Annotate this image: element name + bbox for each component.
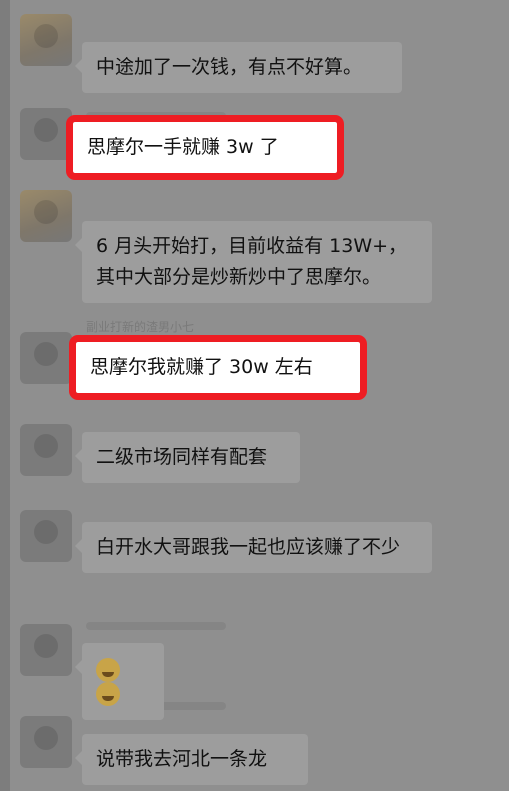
message-text: 中途加了一次钱，有点不好算。 xyxy=(96,56,363,78)
message-text: 思摩尔我就赚了 30w 左右 xyxy=(90,356,313,378)
avatar-icon xyxy=(34,434,58,458)
avatar[interactable] xyxy=(20,624,72,676)
avatar-icon xyxy=(34,200,58,224)
avatar-icon xyxy=(34,634,58,658)
left-edge xyxy=(0,0,10,791)
message-text: 思摩尔一手就赚 3w 了 xyxy=(87,136,279,158)
message-text: 6 月头开始打，目前收益有 13W+，其中大部分是炒新炒中了思摩尔。 xyxy=(96,235,408,288)
message-bubble[interactable]: 说带我去河北一条龙 xyxy=(75,734,308,785)
avatar-icon xyxy=(34,342,58,366)
message-text: 二级市场同样有配套 xyxy=(96,446,268,468)
message-bubble[interactable]: 中途加了一次钱，有点不好算。 xyxy=(75,42,402,93)
message-bubble-highlighted[interactable]: 思摩尔我就赚了 30w 左右 xyxy=(69,335,367,400)
message-bubble-highlighted[interactable]: 思摩尔一手就赚 3w 了 xyxy=(66,115,344,180)
message-text: 白开水大哥跟我一起也应该赚了不少 xyxy=(96,536,401,558)
avatar[interactable] xyxy=(20,108,72,160)
message-bubble[interactable]: 6 月头开始打，目前收益有 13W+，其中大部分是炒新炒中了思摩尔。 xyxy=(75,221,432,303)
message-bubble[interactable]: 白开水大哥跟我一起也应该赚了不少 xyxy=(75,522,432,573)
avatar[interactable] xyxy=(20,332,72,384)
avatar-icon xyxy=(34,726,58,750)
avatar-icon xyxy=(34,24,58,48)
avatar-icon xyxy=(34,520,58,544)
message-text: 说带我去河北一条龙 xyxy=(96,748,268,770)
avatar[interactable] xyxy=(20,510,72,562)
avatar[interactable] xyxy=(20,424,72,476)
message-bubble[interactable]: 二级市场同样有配套 xyxy=(75,432,300,483)
avatar-icon xyxy=(34,118,58,142)
sender-name-blurred xyxy=(86,112,226,120)
chat-screen: 副业打新的渣男小七 中途加了一次钱，有点不好算。 思摩尔一手就赚 3w 了 6 … xyxy=(0,0,509,791)
sender-name-blurred xyxy=(86,622,226,630)
avatar[interactable] xyxy=(20,14,72,66)
avatar[interactable] xyxy=(20,190,72,242)
crying-laughing-emoji-icon xyxy=(96,657,120,682)
crying-laughing-emoji-icon xyxy=(96,682,120,706)
message-bubble-emoji[interactable]: 😭😭 xyxy=(75,643,164,720)
sender-name: 副业打新的渣男小七 xyxy=(86,320,195,334)
avatar[interactable] xyxy=(20,716,72,768)
